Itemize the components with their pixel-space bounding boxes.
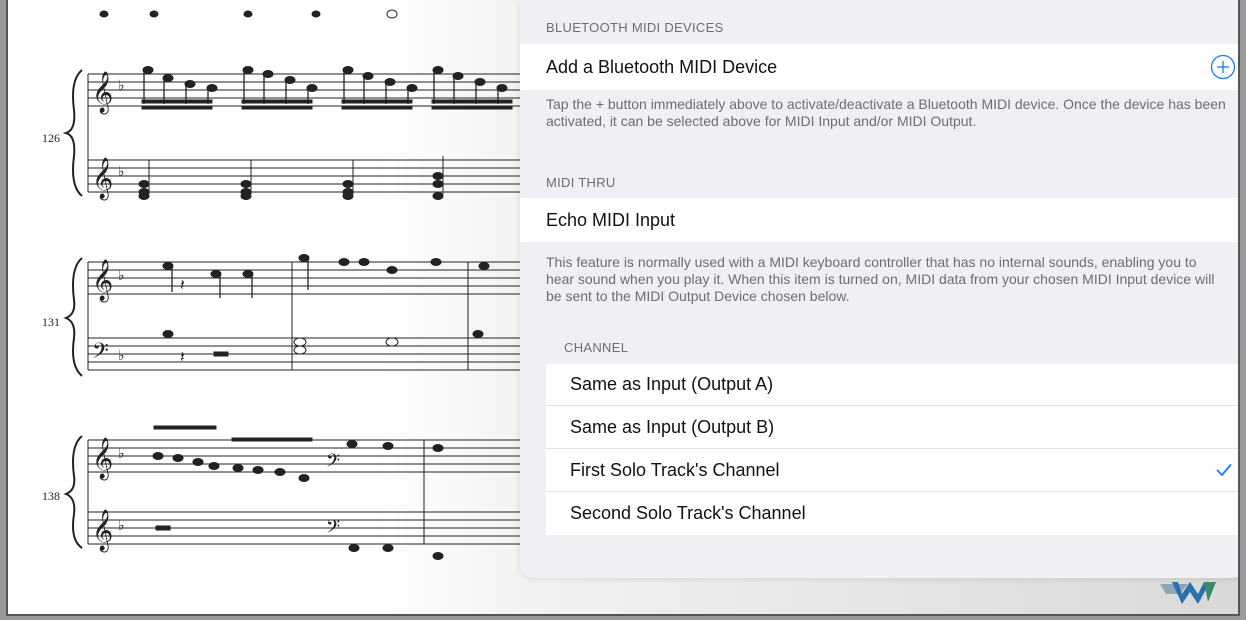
bluetooth-help-text: Tap the + button immediately above to ac…	[546, 96, 1226, 129]
measure-number: 138	[42, 489, 60, 503]
svg-text:♭: ♭	[118, 78, 125, 94]
channel-option-same-as-input-a[interactable]: Same as Input (Output A)	[546, 364, 1238, 406]
echo-midi-input-row[interactable]: Echo MIDI Input	[520, 198, 1238, 242]
channel-section-header: CHANNEL	[564, 340, 629, 355]
svg-text:𝄢: 𝄢	[326, 450, 340, 475]
bluetooth-section-header: BLUETOOTH MIDI DEVICES	[546, 20, 724, 35]
svg-text:𝄞: 𝄞	[92, 71, 113, 114]
svg-text:♭: ♭	[118, 268, 125, 284]
channel-option-first-solo-track[interactable]: First Solo Track's Channel	[546, 449, 1238, 492]
measure-number: 131	[42, 315, 60, 329]
channel-option-label: Same as Input (Output B)	[570, 416, 775, 437]
midi-settings-panel: BLUETOOTH MIDI DEVICES Add a Bluetooth M…	[520, 0, 1238, 578]
svg-text:♭: ♭	[118, 518, 125, 534]
channel-option-label: Same as Input (Output A)	[570, 374, 774, 394]
app-window: 𝄞 𝄞 𝄞 𝄢 𝄞 𝄞 ♭ ♭ ♭ ♭ ♭ ♭ 𝄽 𝄽 𝄢 𝄢 126 131 …	[6, 0, 1240, 616]
channel-option-second-solo-track[interactable]: Second Solo Track's Channel	[546, 492, 1238, 535]
channel-option-same-as-input-b[interactable]: Same as Input (Output B)	[546, 406, 1238, 449]
add-bluetooth-device-label: Add a Bluetooth MIDI Device	[546, 56, 778, 77]
channel-option-label: First Solo Track's Channel	[570, 459, 780, 480]
svg-text:𝄞: 𝄞	[92, 509, 113, 552]
svg-text:𝄞: 𝄞	[92, 259, 113, 302]
svg-text:♭: ♭	[118, 164, 125, 180]
svg-text:𝄞: 𝄞	[92, 437, 113, 480]
svg-text:𝄽: 𝄽	[180, 349, 185, 366]
channel-option-label: Second Solo Track's Channel	[570, 503, 806, 523]
svg-text:♭: ♭	[118, 446, 125, 462]
svg-text:𝄢: 𝄢	[92, 339, 109, 369]
midi-thru-help-text: This feature is normally used with a MID…	[546, 254, 1215, 304]
add-bluetooth-device-row[interactable]: Add a Bluetooth MIDI Device	[520, 44, 1238, 90]
sheet-music: 𝄞 𝄞 𝄞 𝄢 𝄞 𝄞 ♭ ♭ ♭ ♭ ♭ ♭ 𝄽 𝄽 𝄢 𝄢 126 131 …	[42, 9, 528, 560]
measure-number: 126	[42, 131, 60, 145]
plus-circle-icon[interactable]	[1210, 54, 1236, 80]
app-logo	[1160, 582, 1216, 604]
svg-text:𝄽: 𝄽	[180, 277, 185, 294]
svg-text:♭: ♭	[118, 348, 125, 364]
midi-thru-section-header: MIDI THRU	[546, 175, 616, 190]
svg-text:𝄢: 𝄢	[326, 516, 340, 541]
checkmark-icon	[1216, 464, 1232, 476]
echo-midi-input-label: Echo MIDI Input	[546, 209, 676, 230]
svg-text:𝄞: 𝄞	[92, 157, 113, 200]
